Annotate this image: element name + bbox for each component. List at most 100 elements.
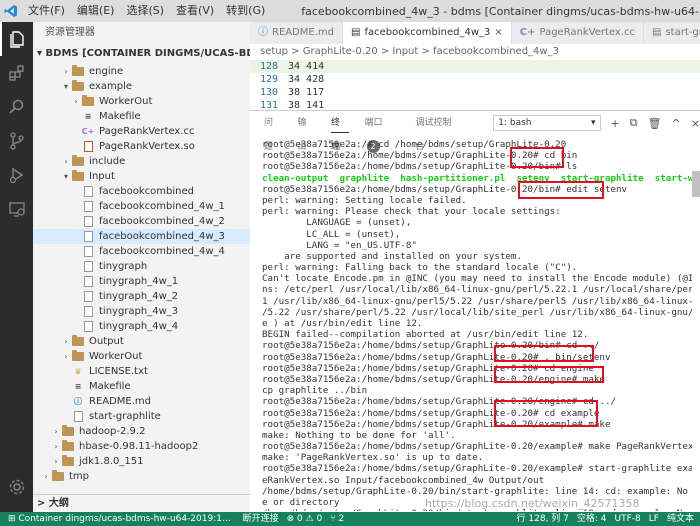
tree-item[interactable]: ♛ LICENSE.txt — [33, 364, 250, 379]
language-mode[interactable]: 纯文本 — [667, 512, 694, 526]
tab-output[interactable]: 输出 — [290, 111, 324, 152]
editor-content[interactable]: 128 34 414 129 34 428 130 38 117 131 38 141 — [250, 60, 700, 110]
split-terminal-icon[interactable]: ⧉ — [630, 116, 638, 130]
tree-item-label: example — [89, 81, 133, 92]
remote-explorer-icon[interactable] — [0, 192, 33, 226]
menu-selection[interactable]: 选择(S) — [120, 0, 170, 22]
menu-view[interactable]: 查看(V) — [170, 0, 220, 22]
tree-item[interactable]: ▾ example — [33, 79, 250, 94]
tab-problems[interactable]: 问题 — [256, 111, 290, 152]
terminal-line: ns: /etc/perl /usr/local/lib/x86_64-linu… — [262, 284, 692, 296]
settings-gear-icon[interactable] — [0, 470, 33, 504]
tree-item[interactable]: tinygraph_4w_3 — [33, 304, 250, 319]
status-bar: ⊞ Container dingms/ucas-bdms-hw-u64-2019… — [0, 512, 700, 526]
tree-item[interactable]: › engine — [33, 64, 250, 79]
tree-item-label: Input — [89, 171, 115, 182]
tab-ports[interactable]: 端口 2 — [357, 111, 408, 153]
tree-item[interactable]: › Output — [33, 334, 250, 349]
code-line: 130 38 117 — [250, 86, 700, 99]
makefile-icon: ≡ — [74, 382, 82, 391]
file-icon — [81, 246, 95, 258]
encoding[interactable]: UTF-8 — [615, 512, 641, 526]
add-terminal-icon[interactable]: + — [611, 117, 620, 130]
terminal-line: clean-output graphlite hash-partitioner.… — [262, 172, 692, 184]
tree-item[interactable]: ▾ Input — [33, 169, 250, 184]
close-panel-icon[interactable]: × — [691, 117, 700, 130]
tab-pagerankvertex-cc[interactable]: C+ PageRankVertex.cc — [512, 22, 645, 44]
ports-indicator[interactable]: ⑂ 2 — [330, 512, 344, 526]
tab-label: PageRankVertex.cc — [539, 27, 636, 38]
tree-item[interactable]: facebookcombined_4w_2 — [33, 214, 250, 229]
trash-icon[interactable]: 🗑 — [648, 117, 662, 130]
problems-indicator[interactable]: ⊗ 0 ⚠ 0 — [287, 512, 323, 526]
line-number: 130 — [259, 87, 278, 98]
extensions-icon[interactable] — [0, 56, 33, 90]
run-debug-icon[interactable] — [0, 158, 33, 192]
panel-tabs: 问题 输出 终端 端口 2 调试控制台 1: bash ▾ + ⧉ 🗑 ^ × — [250, 111, 700, 153]
tree-item[interactable]: › hadoop-2.9.2 — [33, 424, 250, 439]
breadcrumb[interactable]: setup > GraphLite-0.20 > Input > faceboo… — [250, 44, 700, 60]
tree-item-label: start-graphlite — [89, 411, 161, 422]
terminal-selector[interactable]: 1: bash ▾ — [493, 115, 601, 131]
folder-icon — [81, 95, 95, 108]
explorer-icon[interactable] — [0, 22, 33, 56]
maximize-panel-icon[interactable]: ^ — [672, 117, 681, 130]
tree-item-label: PageRankVertex.so — [99, 141, 195, 152]
indentation[interactable]: 空格: 4 — [577, 512, 607, 526]
tree-item[interactable]: facebookcombined_4w_1 — [33, 199, 250, 214]
menu-goto[interactable]: 转到(G) — [220, 0, 271, 22]
markdown-info-icon: ⓘ — [74, 397, 82, 406]
tab-facebookcombined-4w-3[interactable]: ▤ facebookcombined_4w_3 × — [343, 22, 512, 44]
terminal-line: root@5e38a7156e2a:/home/bdms/setup/Graph… — [262, 351, 611, 363]
tree-item-label: tmp — [69, 471, 90, 482]
source-control-icon[interactable] — [0, 124, 33, 158]
cursor-position[interactable]: 行 128, 列 7 — [517, 512, 569, 526]
menu-edit[interactable]: 编辑(E) — [71, 0, 121, 22]
tab-debug-console[interactable]: 调试控制台 — [407, 111, 467, 152]
terminal-line: root@5e38a7156e2a:/home/bdms/setup/Graph… — [262, 340, 600, 352]
tree-item[interactable]: tinygraph_4w_2 — [33, 289, 250, 304]
tree-item[interactable]: ≡ Makefile — [33, 379, 250, 394]
workspace-section-header[interactable]: ▾ BDMS [CONTAINER DINGMS/UCAS-BDMS-HW-U6… — [33, 44, 250, 64]
tree-item[interactable]: start-graphlite — [33, 409, 250, 424]
search-icon[interactable] — [0, 90, 33, 124]
tree-item[interactable]: C+ PageRankVertex.cc — [33, 124, 250, 139]
tree-item[interactable]: ≡ Makefile — [33, 109, 250, 124]
terminal-output[interactable]: root@5e38a7156e2a:/# cd /home/bdms/setup… — [262, 139, 692, 511]
tree-item[interactable]: facebookcombined — [33, 184, 250, 199]
chevron-right-icon: › — [64, 157, 68, 166]
tab-readme[interactable]: ⓘ README.md — [250, 22, 344, 44]
tree-item[interactable]: › hbase-0.98.11-hadoop2 — [33, 439, 250, 454]
tree-item[interactable]: tinygraph_4w_1 — [33, 274, 250, 289]
outline-section-header[interactable]: > 大纲 — [33, 494, 250, 512]
remote-indicator[interactable]: ⊞ Container dingms/ucas-bdms-hw-u64-2019… — [4, 512, 235, 526]
tree-item[interactable]: PageRankVertex.so — [33, 139, 250, 154]
tree-item[interactable]: facebookcombined_4w_4 — [33, 244, 250, 259]
tree-item[interactable]: tinygraph_4w_4 — [33, 319, 250, 334]
tab-start-graphlite[interactable]: ▤start-grap — [644, 22, 700, 44]
end-of-line[interactable]: LF — [649, 512, 659, 526]
outline-label: 大纲 — [48, 498, 69, 509]
tab-label: README.md — [272, 27, 335, 38]
tree-item[interactable]: ⓘ README.md — [33, 394, 250, 409]
menu-file[interactable]: 文件(F) — [22, 0, 71, 22]
tree-item[interactable]: › WorkerOut — [33, 94, 250, 109]
tree-item[interactable]: › tmp — [33, 469, 250, 484]
tab-terminal[interactable]: 终端 — [323, 111, 357, 152]
folder-icon — [51, 470, 65, 483]
workspace-name: BDMS [CONTAINER DINGMS/UCAS-BDMS-HW-U64-… — [45, 48, 250, 59]
title-bar: 文件(F) 编辑(E) 选择(S) 查看(V) 转到(G) facebookco… — [0, 0, 700, 22]
tab-label: facebookcombined_4w_3 — [364, 27, 491, 38]
chevron-right-icon: › — [44, 472, 48, 481]
disconnect-button[interactable]: 断开连接 — [243, 512, 279, 526]
highlight-engine-make — [494, 366, 604, 383]
chevron-right-icon: › — [54, 457, 58, 466]
terminal-scrollbar[interactable] — [692, 171, 700, 197]
terminal-line: root@5e38a7156e2a:/home/bdms/setup/Graph… — [262, 407, 600, 419]
tree-item[interactable]: › jdk1.8.0_151 — [33, 454, 250, 469]
tree-item[interactable]: › WorkerOut — [33, 349, 250, 364]
tree-item[interactable]: tinygraph — [33, 259, 250, 274]
tree-item[interactable]: facebookcombined_4w_3 — [33, 229, 250, 244]
tree-item[interactable]: › include — [33, 154, 250, 169]
close-icon[interactable]: × — [494, 22, 502, 44]
